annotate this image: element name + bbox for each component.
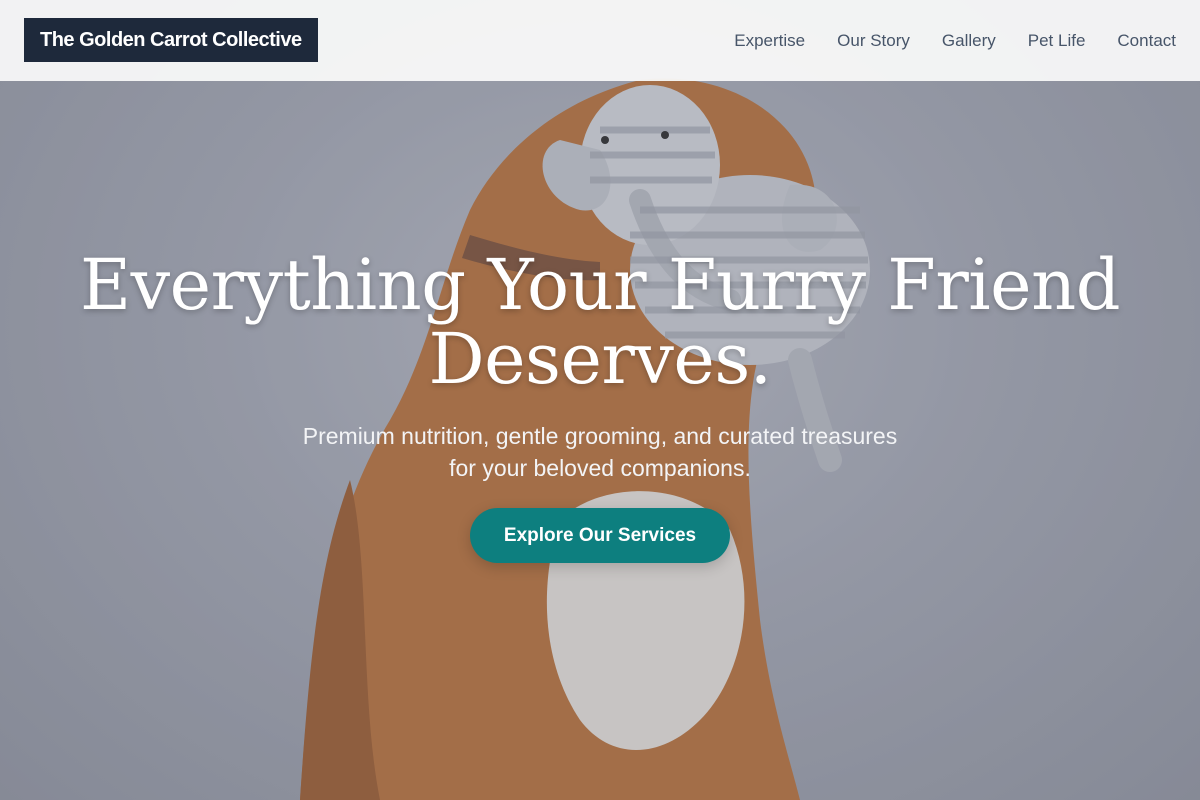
brand-logo[interactable]: The Golden Carrot Collective bbox=[24, 18, 318, 62]
nav-link-gallery[interactable]: Gallery bbox=[942, 31, 996, 51]
hero-subtitle-line-1: Premium nutrition, gentle grooming, and … bbox=[302, 423, 898, 449]
main-nav: Expertise Our Story Gallery Pet Life Con… bbox=[734, 0, 1176, 81]
hero-title-line-1: Everything Your Furry Friend bbox=[80, 244, 1121, 326]
nav-link-expertise[interactable]: Expertise bbox=[734, 31, 805, 51]
hero-title-line-2: Deserves. bbox=[428, 318, 772, 400]
hero-subtitle: Premium nutrition, gentle grooming, and … bbox=[250, 420, 950, 484]
hero-title: Everything Your Furry Friend Deserves. bbox=[0, 248, 1200, 396]
explore-services-button[interactable]: Explore Our Services bbox=[470, 508, 730, 563]
nav-link-our-story[interactable]: Our Story bbox=[837, 31, 910, 51]
hero-section bbox=[0, 0, 1200, 800]
hero-overlay bbox=[0, 0, 1200, 800]
nav-link-contact[interactable]: Contact bbox=[1117, 31, 1176, 51]
site-header: The Golden Carrot Collective Expertise O… bbox=[0, 0, 1200, 81]
hero-subtitle-line-2: for your beloved companions. bbox=[449, 455, 751, 481]
nav-link-pet-life[interactable]: Pet Life bbox=[1028, 31, 1086, 51]
